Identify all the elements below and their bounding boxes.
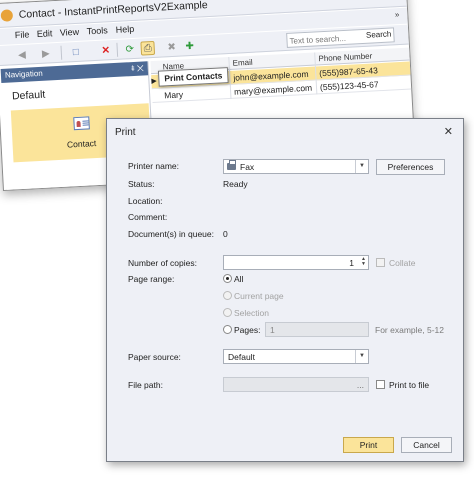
cell-phone: (555)987-65-43	[319, 65, 379, 79]
preferences-button[interactable]: Preferences	[376, 159, 445, 175]
dialog-close-button[interactable]: ✕	[444, 125, 453, 138]
cancel-button[interactable]: Cancel	[401, 437, 452, 453]
pages-value: 1	[270, 325, 275, 335]
cell-phone: (555)123-45-67	[319, 79, 379, 93]
navigation-header-title: Navigation	[4, 68, 43, 80]
menu-help[interactable]: Help	[115, 24, 134, 35]
search-input[interactable]	[289, 31, 362, 47]
printer-name-label: Printer name:	[128, 161, 180, 171]
range-selection-label: Selection	[234, 308, 269, 318]
file-path-label: File path:	[128, 380, 163, 390]
copies-label: Number of copies:	[128, 258, 197, 268]
print-to-file-label: Print to file	[389, 380, 430, 390]
cell-name: Mary	[163, 89, 184, 101]
range-all-radio[interactable]	[223, 274, 232, 283]
window-title: Contact - InstantPrintReportsV2Example	[18, 0, 208, 21]
nav-group-title: Default	[11, 88, 46, 103]
print-button[interactable]: Print	[343, 437, 394, 453]
status-value: Ready	[223, 179, 248, 189]
file-path-input[interactable]: ...	[223, 377, 369, 392]
range-all-label: All	[234, 274, 244, 284]
copies-value: 1	[349, 258, 354, 268]
search-button[interactable]: Search	[366, 29, 392, 39]
dialog-title-bar: Print ✕	[107, 119, 463, 145]
close-icon[interactable]: ✖	[164, 40, 179, 55]
column-header-email[interactable]: Email	[232, 58, 252, 68]
row-indicator-icon: ▶	[151, 77, 158, 86]
forward-icon[interactable]: ▶	[39, 46, 54, 61]
paper-source-value: Default	[228, 352, 255, 362]
contact-card-icon	[73, 116, 90, 131]
comment-label: Comment:	[128, 212, 168, 222]
cell-email: mary@example.com	[233, 82, 313, 97]
print-dialog: Print ✕ Printer name: Fax ▼ Preferences …	[106, 118, 464, 462]
printer-icon	[227, 160, 236, 170]
copies-stepper[interactable]: 1 ▲ ▼	[223, 255, 369, 270]
range-current-radio[interactable]	[223, 291, 232, 300]
column-header-phone[interactable]: Phone Number	[318, 51, 372, 63]
maximize-button[interactable]: □	[362, 0, 381, 3]
chevron-down-icon[interactable]: ▼	[355, 160, 368, 173]
toolbar-separator	[60, 45, 63, 60]
back-icon[interactable]: ◀	[15, 47, 30, 62]
range-selection-radio[interactable]	[223, 308, 232, 317]
refresh-icon[interactable]: ⟳	[122, 42, 137, 57]
minimize-button[interactable]: –	[342, 0, 361, 4]
paper-source-combo[interactable]: Default ▼	[223, 349, 369, 364]
print-icon[interactable]: ⎙	[140, 40, 156, 56]
menu-edit[interactable]: Edit	[37, 28, 53, 39]
add-icon[interactable]: ✚	[182, 39, 197, 54]
location-label: Location:	[128, 196, 163, 206]
status-label: Status:	[128, 179, 155, 189]
dialog-title: Print	[115, 127, 136, 138]
range-pages-label: Pages:	[234, 325, 261, 335]
pages-input[interactable]: 1	[265, 322, 369, 337]
pin-close-icons[interactable]: ⯒ ✕	[131, 62, 144, 77]
pages-hint: For example, 5-12	[375, 325, 444, 335]
new-icon[interactable]: □	[68, 45, 83, 60]
browse-button[interactable]: ...	[357, 380, 364, 390]
menu-overflow-icon[interactable]: »	[395, 10, 400, 19]
paper-source-label: Paper source:	[128, 352, 181, 362]
page-range-label: Page range:	[128, 274, 175, 284]
menu-tools[interactable]: Tools	[87, 25, 109, 36]
toolbar-separator	[116, 42, 119, 57]
range-pages-radio[interactable]	[223, 325, 232, 334]
menu-file[interactable]: File	[15, 29, 30, 40]
print-to-file-checkbox[interactable]	[376, 380, 385, 389]
collate-label: Collate	[389, 258, 416, 268]
menu-view[interactable]: View	[60, 27, 80, 38]
collate-checkbox[interactable]	[376, 258, 385, 267]
printer-name-combo[interactable]: Fax ▼	[223, 159, 369, 174]
range-current-label: Current page	[234, 291, 284, 301]
printer-name-value: Fax	[240, 162, 255, 172]
chevron-down-icon[interactable]: ▼	[355, 350, 368, 363]
delete-icon[interactable]: ✕	[98, 43, 113, 58]
queue-label: Document(s) in queue:	[128, 229, 214, 239]
spin-arrows-icon[interactable]: ▲ ▼	[361, 257, 366, 267]
queue-value: 0	[223, 229, 228, 239]
close-window-button[interactable]: ✕	[382, 0, 401, 2]
app-icon	[0, 9, 14, 22]
